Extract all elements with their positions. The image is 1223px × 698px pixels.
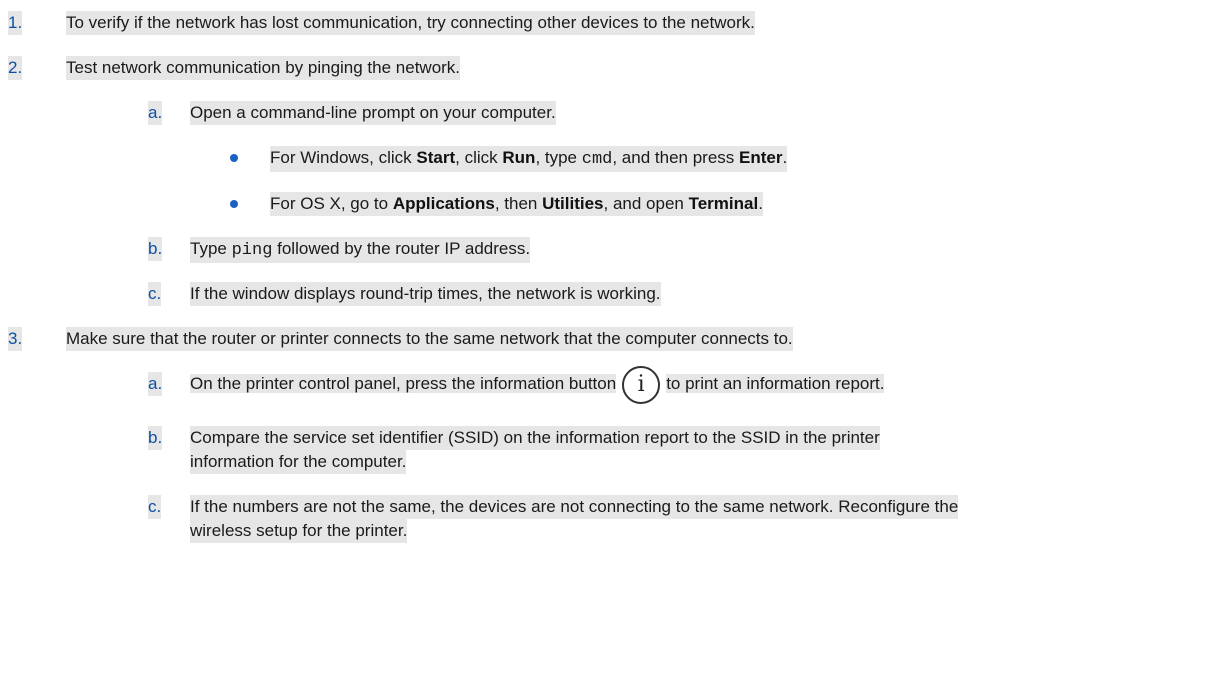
ui-label-utilities: Utilities: [542, 194, 604, 213]
bullet-osx-part-2: , then: [494, 194, 543, 213]
bullet-marker: [230, 200, 238, 208]
bullet-osx-part-1: For OS X, go to: [270, 194, 393, 213]
step-2b-text: Type ping followed by the router IP addr…: [190, 237, 531, 263]
bullet-windows-part-3: , type: [535, 148, 582, 167]
step-3-text: Make sure that the router or printer con…: [66, 327, 793, 351]
step-2-number: 2.: [8, 56, 23, 80]
step-3-number: 3.: [8, 327, 23, 351]
step-3b-line-2: information for the computer.: [190, 450, 407, 474]
ui-label-enter: Enter: [739, 148, 783, 167]
step-2c-text: If the window displays round-trip times,…: [190, 282, 661, 306]
step-2b-letter: b.: [148, 237, 163, 261]
bullet-windows-part-2: , click: [455, 148, 503, 167]
step-3a-letter: a.: [148, 372, 163, 396]
step-3c-line-2: wireless setup for the printer.: [190, 519, 408, 543]
bullet-windows-part-5: .: [782, 148, 788, 167]
step-2a-letter: a.: [148, 101, 163, 125]
step-2b-part-1: Type: [190, 239, 232, 258]
ui-label-start: Start: [416, 148, 456, 167]
ui-label-terminal: Terminal: [688, 194, 759, 213]
step-1-number: 1.: [8, 11, 23, 35]
step-2c-letter: c.: [148, 282, 162, 306]
step-3a-part-2: to print an information report.: [666, 374, 885, 393]
step-3a-part-1: On the printer control panel, press the …: [190, 374, 617, 393]
ui-label-run: Run: [502, 148, 536, 167]
step-3b-line-1: Compare the service set identifier (SSID…: [190, 426, 880, 450]
step-2-text: Test network communication by pinging th…: [66, 56, 461, 80]
ui-label-applications: Applications: [392, 194, 495, 213]
bullet-windows-part-4: , and then press: [612, 148, 739, 167]
step-3b-letter: b.: [148, 426, 163, 450]
step-3c-letter: c.: [148, 495, 162, 519]
code-ping: ping: [231, 241, 273, 260]
step-1-text: To verify if the network has lost commun…: [66, 11, 755, 35]
bullet-osx-text: For OS X, go to Applications, then Utili…: [270, 192, 763, 216]
bullet-marker: [230, 154, 238, 162]
bullet-osx-part-3: , and open: [603, 194, 689, 213]
code-cmd: cmd: [581, 150, 613, 169]
bullet-windows-text: For Windows, click Start, click Run, typ…: [270, 146, 788, 172]
info-circle-icon: i: [622, 365, 661, 404]
bullet-osx-part-4: .: [758, 194, 763, 213]
step-2b-part-2: followed by the router IP address.: [272, 239, 531, 258]
bullet-windows-part-1: For Windows, click: [270, 148, 417, 167]
step-2a-text: Open a command-line prompt on your compu…: [190, 101, 556, 125]
step-3a-text: On the printer control panel, press the …: [190, 363, 885, 405]
step-3c-line-1: If the numbers are not the same, the dev…: [190, 495, 959, 519]
